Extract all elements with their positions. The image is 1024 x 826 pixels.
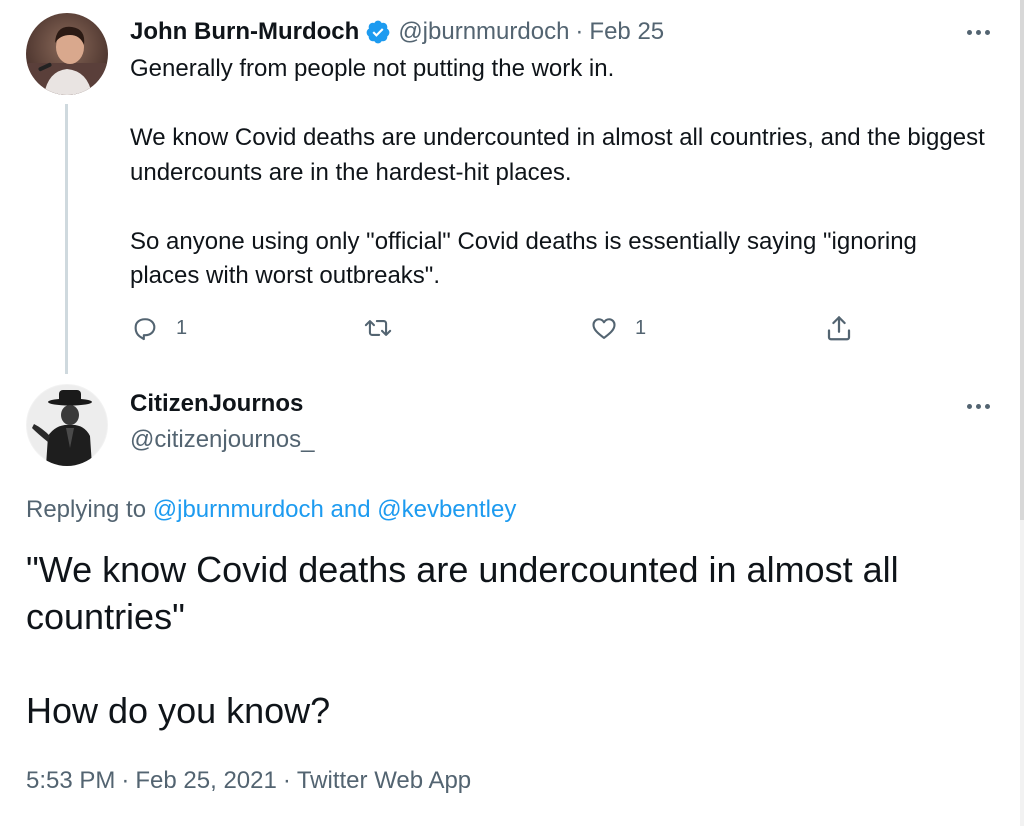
thread-line [65, 104, 68, 374]
like-count: 1 [635, 316, 647, 339]
tweet-paragraph: How do you know? [26, 690, 331, 731]
author-name[interactable]: John Burn-Murdoch [130, 18, 359, 46]
separator-dot: · [575, 18, 584, 45]
retweet-icon [363, 314, 393, 342]
tweet-paragraph: Generally from people not putting the wo… [130, 55, 615, 82]
tweet-text: Generally from people not putting the wo… [130, 52, 990, 294]
tweet-header: John Burn-Murdoch @jburnmurdoch · Feb 25 [130, 16, 664, 48]
share-button[interactable] [824, 312, 854, 344]
like-button[interactable]: 1 [590, 312, 646, 344]
tweet-paragraph: So anyone using only "official" Covid de… [130, 227, 917, 290]
verified-badge-icon [365, 19, 391, 45]
tweet-metadata: 5:53 PM · Feb 25, 2021 · Twitter Web App [26, 767, 471, 795]
reply-count: 1 [176, 316, 188, 339]
reply-icon [131, 314, 159, 342]
tweet-source[interactable]: Twitter Web App [297, 767, 471, 794]
author-handle[interactable]: @citizenjournos_ [130, 426, 314, 454]
scrollbar[interactable] [1020, 0, 1024, 826]
heart-icon [590, 314, 618, 342]
reply-button[interactable]: 1 [131, 312, 187, 344]
avatar-citizenjournos[interactable] [26, 384, 108, 466]
share-icon [824, 313, 854, 343]
avatar-john-burn-murdoch[interactable] [26, 13, 108, 95]
mention-link[interactable]: @jburnmurdoch [153, 496, 324, 523]
replying-label: Replying to [26, 496, 147, 523]
separator-dot: · [121, 767, 130, 794]
tweet-full-date[interactable]: Feb 25, 2021 [135, 767, 276, 794]
tweet-time[interactable]: 5:53 PM [26, 767, 115, 794]
more-icon[interactable] [962, 396, 994, 416]
replying-to: Replying to @jburnmurdoch and @kevbentle… [26, 496, 516, 524]
tweet-date[interactable]: Feb 25 [589, 18, 664, 46]
mention-link[interactable]: @kevbentley [377, 496, 516, 523]
tweet-paragraph: We know Covid deaths are undercounted in… [130, 124, 985, 186]
replying-and: and [330, 496, 371, 523]
tweet-paragraph: "We know Covid deaths are undercounted i… [26, 549, 899, 637]
author-name[interactable]: CitizenJournos [130, 390, 303, 418]
author-handle[interactable]: @jburnmurdoch [398, 18, 569, 46]
separator-dot: · [282, 767, 291, 794]
more-icon[interactable] [962, 22, 994, 42]
tweet-text: "We know Covid deaths are undercounted i… [26, 546, 1006, 734]
retweet-button[interactable] [363, 312, 393, 344]
scrollbar-thumb[interactable] [1020, 0, 1024, 520]
